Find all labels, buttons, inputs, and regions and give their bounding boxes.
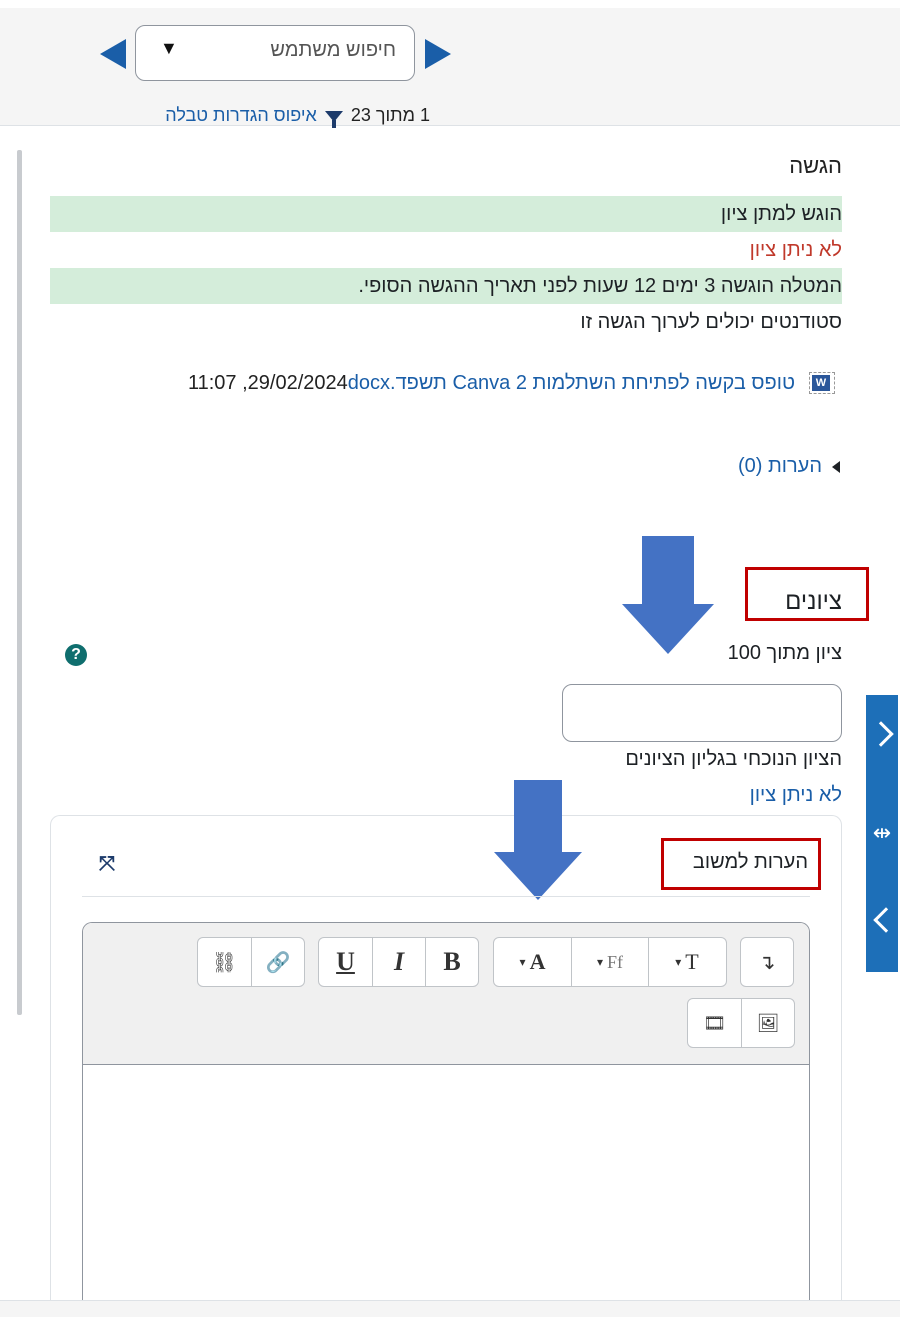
annotation-arrow-icon xyxy=(622,536,714,654)
format-button-group: U I B xyxy=(318,937,479,987)
bottom-strip xyxy=(0,1300,900,1317)
chevron-down-icon: ▼ xyxy=(160,38,178,58)
font-color-button[interactable]: ▾ A xyxy=(494,938,571,986)
comments-toggle-label: הערות (0) xyxy=(737,455,822,477)
font-family-button[interactable]: ▾ Ff xyxy=(571,938,648,986)
user-count: 1 מתוך 23 xyxy=(350,104,430,125)
grade-input[interactable] xyxy=(562,684,842,742)
divider xyxy=(82,896,810,897)
bold-button[interactable]: B xyxy=(425,938,478,986)
image-icon[interactable]: 🖼 xyxy=(741,999,794,1047)
previous-user-arrow-icon[interactable] xyxy=(100,39,126,69)
user-search-label: חיפוש משתמש xyxy=(270,39,396,61)
resize-handle-icon[interactable]: ⇹ xyxy=(870,817,894,849)
text-direction-button[interactable]: ↴ xyxy=(741,938,793,986)
reset-table-link[interactable]: איפוס הגדרות טבלה xyxy=(165,105,317,126)
edit-note-text: סטודנטים יכולים לערוך הגשה זו xyxy=(580,311,842,333)
caret-icon: ▾ xyxy=(596,955,603,969)
filter-icon[interactable] xyxy=(324,110,343,128)
font-button-group: ▾ A ▾ Ff ▾ T xyxy=(493,937,727,987)
caret-left-icon xyxy=(832,460,840,473)
top-edge xyxy=(0,0,900,8)
edit-note: סטודנטים יכולים לערוך הגשה זו xyxy=(50,304,842,340)
font-size-label: T xyxy=(685,949,699,974)
font-color-label: A xyxy=(529,949,546,974)
user-search-dropdown[interactable]: חיפוש משתמש ▼ xyxy=(135,25,415,81)
unlink-icon[interactable]: ⛓ xyxy=(198,938,251,986)
side-panel-toggle: ⇹ xyxy=(866,695,899,972)
scrollbar[interactable] xyxy=(17,150,22,1015)
submitted-file: W טופס בקשה לפתיחת השתלמות 2 Canva תשפד.… xyxy=(110,368,835,398)
timing-note-text: המטלה הוגשה 3 ימים 12 שעות לפני תאריך הה… xyxy=(358,275,842,297)
feedback-text-area[interactable] xyxy=(83,1065,809,1317)
submission-status-text: הוגש למתן ציון xyxy=(720,203,842,225)
submission-status: הוגש למתן ציון xyxy=(50,196,842,232)
help-icon[interactable]: ? xyxy=(65,644,87,666)
file-link[interactable]: טופס בקשה לפתיחת השתלמות 2 Canva תשפד.do… xyxy=(348,372,795,395)
current-grade-value-link[interactable]: לא ניתן ציון xyxy=(750,784,842,807)
comments-toggle[interactable]: הערות (0) xyxy=(738,455,840,478)
grading-status-text: לא ניתן ציון xyxy=(749,239,842,261)
font-family-label: Ff xyxy=(607,951,624,972)
filter-row: 1 מתוך 23 איפוס הגדרות טבלה xyxy=(120,103,430,128)
word-doc-icon: W xyxy=(809,372,835,394)
link-button-group: ⛓ 🔗 xyxy=(197,937,305,987)
feedback-editor: ⛓ 🔗 U I B ▾ A ▾ Ff ▾ T ↴ 🎞 🖼 xyxy=(82,922,810,1317)
editor-toolbar: ⛓ 🔗 U I B ▾ A ▾ Ff ▾ T ↴ 🎞 🖼 xyxy=(83,923,809,1065)
timing-note: המטלה הוגשה 3 ימים 12 שעות לפני תאריך הה… xyxy=(50,268,842,304)
direction-button-group: ↴ xyxy=(740,937,794,987)
grading-status: לא ניתן ציון xyxy=(50,232,842,268)
submission-title: הגשה xyxy=(789,153,842,178)
underline-button[interactable]: U xyxy=(319,938,372,986)
user-navigation-bar: חיפוש משתמש ▼ 1 מתוך 23 איפוס הגדרות טבל… xyxy=(0,8,900,128)
chevron-right-icon[interactable] xyxy=(868,721,894,747)
feedback-title: הערות למשוב xyxy=(692,851,808,873)
next-user-arrow-icon[interactable] xyxy=(425,39,451,69)
font-size-button[interactable]: ▾ T xyxy=(648,938,725,986)
media-button-group: 🎞 🖼 xyxy=(687,998,795,1048)
grade-out-of-label: ציון מתוך 100 xyxy=(727,642,842,664)
media-icon[interactable]: 🎞 xyxy=(688,999,741,1047)
link-icon[interactable]: 🔗 xyxy=(251,938,304,986)
grades-title: ציונים xyxy=(785,588,842,615)
annotation-arrow-icon xyxy=(494,780,582,900)
current-grade-label: הציון הנוכחי בגליון הציונים xyxy=(625,748,842,770)
caret-icon: ▾ xyxy=(519,955,526,969)
expand-icon[interactable]: ⤧ xyxy=(96,853,118,875)
caret-icon: ▾ xyxy=(675,955,682,969)
file-date: 29/02/2024, 11:07 xyxy=(187,371,348,394)
italic-button[interactable]: I xyxy=(372,938,425,986)
chevron-left-icon[interactable] xyxy=(873,907,899,933)
